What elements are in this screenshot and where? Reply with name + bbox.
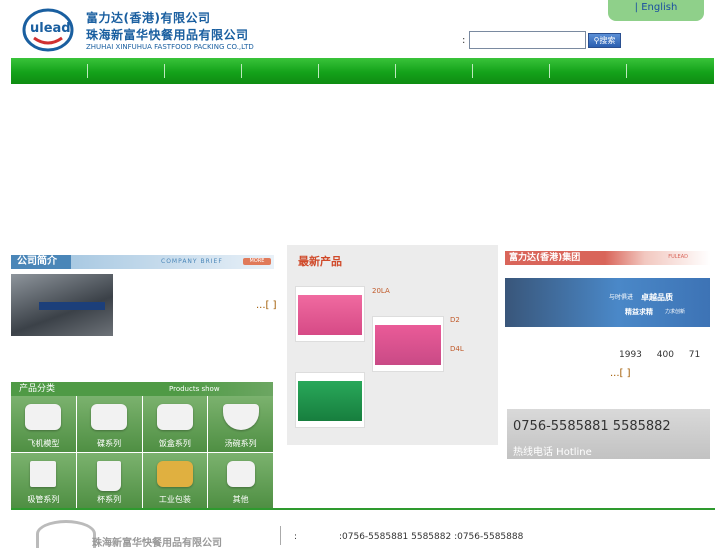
nav-item-1[interactable] [11, 64, 88, 78]
company-name-en: ZHUHAI XINFUHUA FASTFOOD PACKING CO.,LTD [86, 43, 254, 51]
plate-image [91, 404, 128, 430]
lunch-box-image [156, 404, 193, 430]
company-brief-title: 公司简介 [17, 256, 57, 267]
newest-products-title: 最新产品 [298, 255, 342, 268]
category-others[interactable]: 其他 [208, 452, 273, 508]
product-category-grid: 飞机模型 碟系列 饭盒系列 汤碗系列 吸管系列 杯系列 工业包装 其他 [11, 396, 273, 508]
main-nav [11, 58, 714, 84]
hotline-numbers: 0756-5585881 5585882 [513, 419, 671, 434]
svg-text:ulead: ulead [30, 21, 71, 36]
company-signboard [39, 302, 105, 310]
group-title: 富力达(香港)集团 [509, 253, 581, 263]
product-categories-title-en: Products show [169, 385, 220, 393]
cutlery-image [226, 460, 255, 487]
company-brief-header: 公司简介 COMPANY BRIEF MORE [11, 255, 274, 269]
nav-item-8[interactable] [550, 64, 627, 78]
company-more-badge[interactable]: MORE [243, 258, 271, 265]
banner-slogan-4: 力求创新 [665, 309, 686, 315]
company-name-cn-2: 珠海新富华快餐用品有限公司 [86, 28, 249, 42]
category-soup-bowls[interactable]: 汤碗系列 [208, 396, 273, 452]
airplane-model-image [25, 404, 62, 430]
product-categories-header: 产品分类 Products show [11, 382, 273, 396]
category-plates[interactable]: 碟系列 [76, 396, 142, 452]
product-label-d4l[interactable]: D4L [450, 345, 464, 353]
group-banner: 与时俱进 卓越品质 精益求精 力求创新 [505, 278, 710, 327]
product-thumb-20la[interactable] [295, 286, 365, 342]
english-link[interactable]: | English [608, 0, 704, 21]
category-industrial-packaging[interactable]: 工业包装 [142, 452, 208, 508]
group-title-en: FULEAD [668, 254, 688, 260]
footer-logo [36, 520, 96, 548]
product-thumb-d4l[interactable] [295, 372, 365, 428]
search-input[interactable] [469, 31, 586, 49]
product-image [298, 295, 362, 335]
company-brief-title-en: COMPANY BRIEF [161, 258, 223, 265]
nav-item-9[interactable] [627, 64, 703, 78]
category-cups[interactable]: 杯系列 [76, 452, 142, 508]
product-thumb-d2[interactable] [372, 316, 444, 372]
nav-item-2[interactable] [88, 64, 165, 78]
category-lunch-boxes[interactable]: 饭盒系列 [142, 396, 208, 452]
fulead-logo[interactable]: ulead [22, 8, 74, 52]
search-button-label: 搜索 [599, 36, 616, 45]
banner-slogan-2: 卓越品质 [641, 293, 673, 302]
banner-slogan-1: 与时俱进 [609, 294, 634, 301]
nav-item-3[interactable] [165, 64, 242, 78]
soup-bowl-image [222, 404, 259, 430]
nav-item-4[interactable] [242, 64, 319, 78]
category-straws[interactable]: 吸管系列 [11, 452, 76, 508]
footer-separator [280, 526, 281, 545]
company-more-link[interactable]: ...[ ] [256, 300, 277, 311]
banner-slogan-3: 精益求精 [625, 308, 653, 316]
search-button[interactable]: ⚲搜索 [588, 33, 621, 48]
category-airplane-model[interactable]: 飞机模型 [11, 396, 76, 452]
group-header: 富力达(香港)集团 FULEAD [505, 251, 710, 265]
footer-address-label: : [294, 532, 298, 542]
hotline-label: 热线电话 Hotline [513, 447, 592, 458]
footer-divider [11, 508, 715, 510]
nav-item-7[interactable] [473, 64, 550, 78]
nav-item-6[interactable] [396, 64, 473, 78]
product-label-d2[interactable]: D2 [450, 316, 460, 324]
product-label-20la[interactable]: 20LA [372, 287, 390, 295]
company-photo [11, 274, 113, 336]
search-label: : [462, 35, 466, 46]
hotline-banner[interactable]: 0756-5585881 5585882 热线电话 Hotline [507, 409, 710, 459]
group-intro-text: 1993 400 71 [619, 350, 701, 360]
product-categories-title: 产品分类 [19, 384, 56, 394]
company-name-cn-1: 富力达(香港)有限公司 [86, 11, 211, 25]
straw-image [30, 460, 57, 487]
industrial-packaging-image [156, 460, 193, 487]
footer-company-name: 珠海新富华快餐用品有限公司 [92, 538, 222, 549]
product-image [375, 325, 441, 365]
group-more-link[interactable]: ...[ ] [610, 368, 631, 379]
nav-item-5[interactable] [319, 64, 396, 78]
footer-contact: :0756-5585881 5585882 :0756-5585888 [339, 532, 524, 542]
cup-image [97, 460, 122, 491]
product-image [298, 381, 362, 421]
